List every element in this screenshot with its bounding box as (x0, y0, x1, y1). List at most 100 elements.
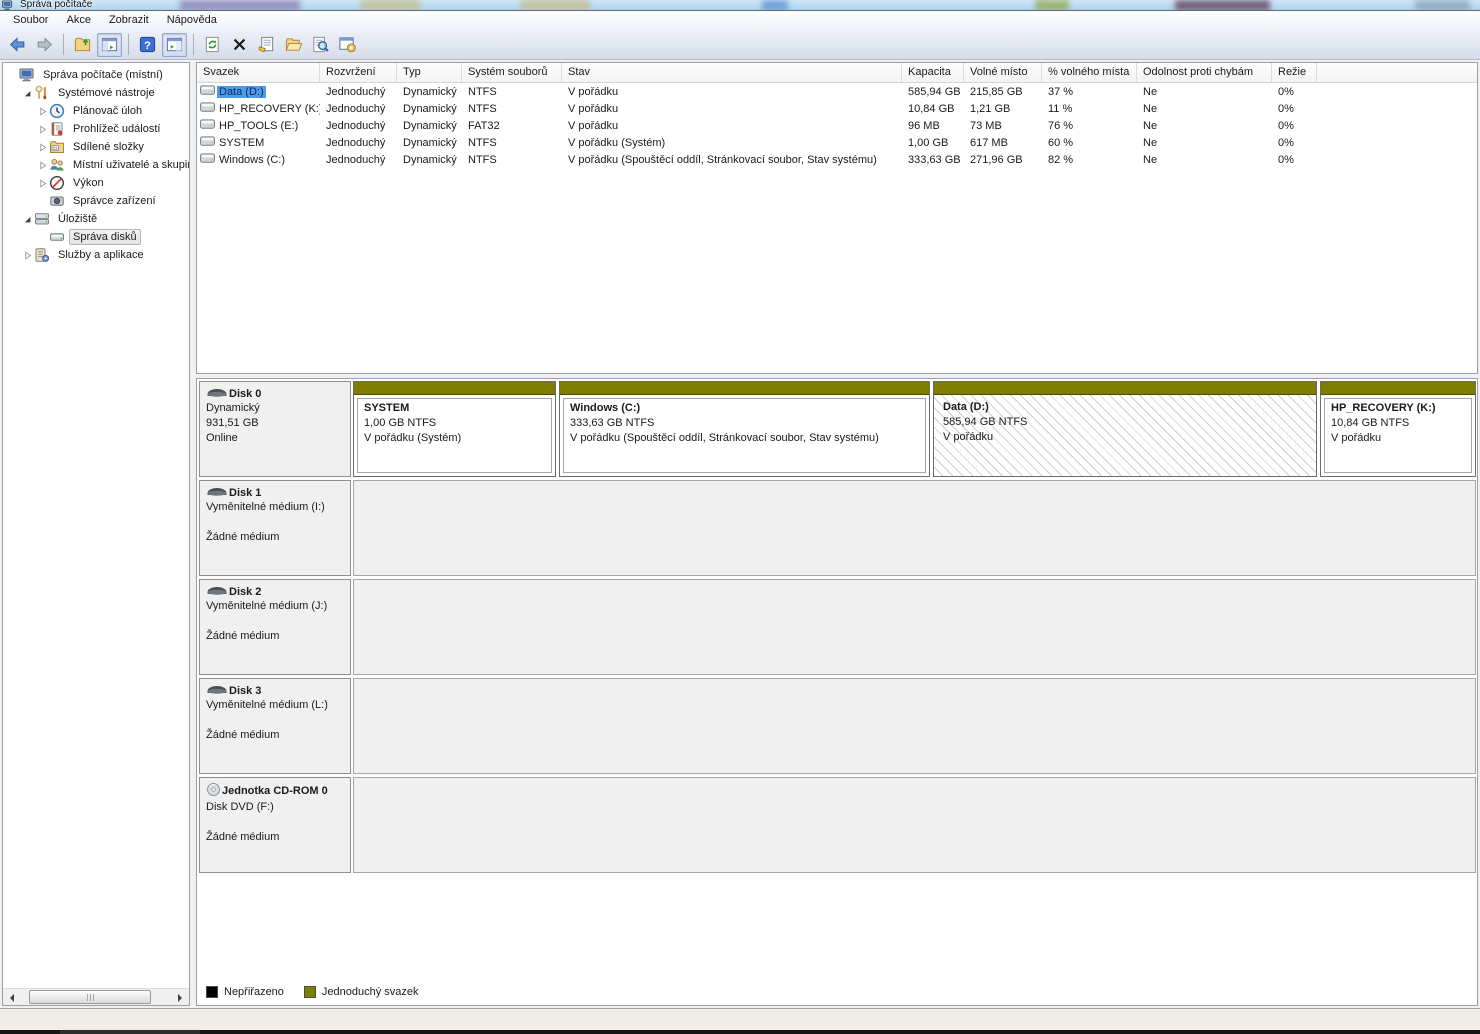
volume-cell-type: Dynamický (397, 154, 462, 166)
tree-item-event-viewer[interactable]: Prohlížeč událostí (3, 120, 189, 138)
window-gear-icon (338, 35, 357, 54)
open-folder-icon (284, 35, 303, 54)
column-volne-misto[interactable]: Volné místo (964, 63, 1042, 82)
expander-collapsed-icon[interactable] (21, 250, 34, 261)
delete-button[interactable] (227, 33, 252, 57)
column-kapacita[interactable]: Kapacita (902, 63, 964, 82)
title-bar: Správa počítače (0, 0, 1480, 11)
volume-row[interactable]: SYSTEMJednoduchýDynamickýNTFSV pořádku (… (197, 134, 1477, 151)
volume-cell-free: 215,85 GB (964, 86, 1042, 98)
menu-soubor[interactable]: Soubor (4, 12, 57, 29)
find-button[interactable] (308, 33, 333, 57)
volume-row[interactable]: Data (D:)JednoduchýDynamickýNTFSV pořádk… (197, 83, 1477, 100)
tree-item-computer-management[interactable]: Správa počítače (místní) (3, 66, 189, 84)
tree-item-storage[interactable]: Úložiště (3, 210, 189, 228)
menu-zobrazit[interactable]: Zobrazit (100, 12, 158, 29)
forward-button[interactable] (32, 33, 57, 57)
disk-info-panel[interactable]: Disk 2Vyměnitelné médium (J:) Žádné médi… (199, 579, 351, 675)
tree-horizontal-scrollbar[interactable] (3, 988, 189, 1005)
customize-button[interactable] (335, 33, 360, 57)
details-pane: SvazekRozvrženíTypSystém souborůStavKapa… (196, 62, 1478, 1006)
tree-item-services[interactable]: Služby a aplikace (3, 246, 189, 264)
no-media-area[interactable] (353, 480, 1476, 576)
toolbar: ? (0, 30, 1480, 60)
expander-collapsed-icon[interactable] (36, 178, 49, 189)
volume-row[interactable]: HP_TOOLS (E:)JednoduchýDynamickýFAT32V p… (197, 117, 1477, 134)
volume-cell-free: 617 MB (964, 137, 1042, 149)
tree-item-system-tools[interactable]: Systémové nástroje (3, 84, 189, 102)
expander-collapsed-icon[interactable] (36, 106, 49, 117)
menu-napoveda[interactable]: Nápověda (158, 12, 226, 29)
tree-item-shared-folders[interactable]: 23Sdílené složky (3, 138, 189, 156)
folder-up-icon (73, 35, 92, 54)
menu-akce[interactable]: Akce (57, 12, 99, 29)
disk-name-line: Disk 0 (206, 386, 345, 401)
legend: NepřiřazenoJednoduchý svazek (206, 986, 419, 998)
volume-cell-capacity: 585,94 GB (902, 86, 964, 98)
tree-item-task-scheduler[interactable]: Plánovač úloh (3, 102, 189, 120)
expander-expanded-icon[interactable] (21, 88, 34, 99)
legend-item: Nepřiřazeno (206, 986, 284, 998)
expander-collapsed-icon[interactable] (36, 124, 49, 135)
volume-cell-type: Dynamický (397, 86, 462, 98)
volume-cell-fs: NTFS (462, 86, 562, 98)
disk-row: Disk 3Vyměnitelné médium (L:) Žádné médi… (199, 678, 1476, 774)
scroll-right-arrow[interactable] (172, 989, 189, 1006)
scroll-left-arrow[interactable] (3, 989, 20, 1006)
no-media-area[interactable] (353, 777, 1476, 873)
tree-item-device-manager[interactable]: Správce zařízení (3, 192, 189, 210)
show-console-tree-button[interactable] (97, 33, 122, 57)
column-rezie[interactable]: Režie (1272, 63, 1317, 82)
volume-row[interactable]: HP_RECOVERY (K:)JednoduchýDynamickýNTFSV… (197, 100, 1477, 117)
tree-item-performance[interactable]: Výkon (3, 174, 189, 192)
disk-info-panel[interactable]: Jednotka CD-ROM 0Disk DVD (F:) Žádné méd… (199, 777, 351, 873)
column-svazek[interactable]: Svazek (197, 63, 320, 82)
volume-cell-capacity: 1,00 GB (902, 137, 964, 149)
volume-cell-layout: Jednoduchý (320, 154, 397, 166)
column-typ[interactable]: Typ (397, 63, 462, 82)
column-pct-volneho-mista[interactable]: % volného místa (1042, 63, 1137, 82)
tree-item-disk-management[interactable]: Správa disků (3, 228, 189, 246)
column-stav[interactable]: Stav (562, 63, 902, 82)
expander-expanded-icon[interactable] (21, 214, 34, 225)
column-system-souboru[interactable]: Systém souborů (462, 63, 562, 82)
volume-row[interactable]: Windows (C:)JednoduchýDynamickýNTFSV poř… (197, 151, 1477, 168)
scrollbar-thumb[interactable] (29, 990, 151, 1004)
refresh-button[interactable] (200, 33, 225, 57)
show-action-pane-button[interactable] (162, 33, 187, 57)
expander-collapsed-icon[interactable] (36, 142, 49, 153)
partition-name: HP_RECOVERY (K:) (1331, 401, 1465, 416)
partition-status: V pořádku (943, 430, 1307, 445)
column-odolnost[interactable]: Odolnost proti chybám (1137, 63, 1272, 82)
disk-info-panel[interactable]: Disk 1Vyměnitelné médium (I:) Žádné médi… (199, 480, 351, 576)
disk-info-line: Žádné médium (206, 530, 345, 545)
no-media-area[interactable] (353, 678, 1476, 774)
menu-bar: SouborAkceZobrazitNápověda (0, 11, 1480, 30)
partition-block[interactable]: SYSTEM1,00 GB NTFSV pořádku (Systém) (353, 381, 556, 477)
volume-cell-status: V pořádku (562, 103, 902, 115)
tree-item-local-users[interactable]: Místní uživatelé a skupiny (3, 156, 189, 174)
partition-block[interactable]: Windows (C:)333,63 GB NTFSV pořádku (Spo… (559, 381, 930, 477)
column-rozvrzeni[interactable]: Rozvržení (320, 63, 397, 82)
help-button[interactable]: ? (135, 33, 160, 57)
volume-icon (200, 102, 217, 115)
partition-status: V pořádku (Spouštěcí oddíl, Stránkovací … (570, 431, 919, 446)
disk-info-line: Vyměnitelné médium (J:) (206, 599, 345, 614)
desktop-blur-blob (360, 0, 420, 11)
partition-block[interactable]: HP_RECOVERY (K:)10,84 GB NTFSV pořádku (1320, 381, 1476, 477)
up-level-button[interactable] (70, 33, 95, 57)
disk-info-panel[interactable]: Disk 3Vyměnitelné médium (L:) Žádné médi… (199, 678, 351, 774)
partition-block[interactable]: Data (D:)585,94 GB NTFSV pořádku (933, 381, 1317, 477)
back-arrow-icon (8, 35, 27, 54)
disk-row: Disk 0Dynamický931,51 GBOnlineSYSTEM1,00… (199, 381, 1476, 477)
disk-info-panel[interactable]: Disk 0Dynamický931,51 GBOnline (199, 381, 351, 477)
expander-collapsed-icon[interactable] (36, 160, 49, 171)
partition-details: SYSTEM1,00 GB NTFSV pořádku (Systém) (357, 398, 552, 473)
volume-cell-overhead: 0% (1272, 86, 1317, 98)
tree-item-label: Systémové nástroje (54, 85, 159, 101)
open-button[interactable] (281, 33, 306, 57)
no-media-area[interactable] (353, 579, 1476, 675)
properties-button[interactable] (254, 33, 279, 57)
volume-cell-overhead: 0% (1272, 103, 1317, 115)
back-button[interactable] (5, 33, 30, 57)
